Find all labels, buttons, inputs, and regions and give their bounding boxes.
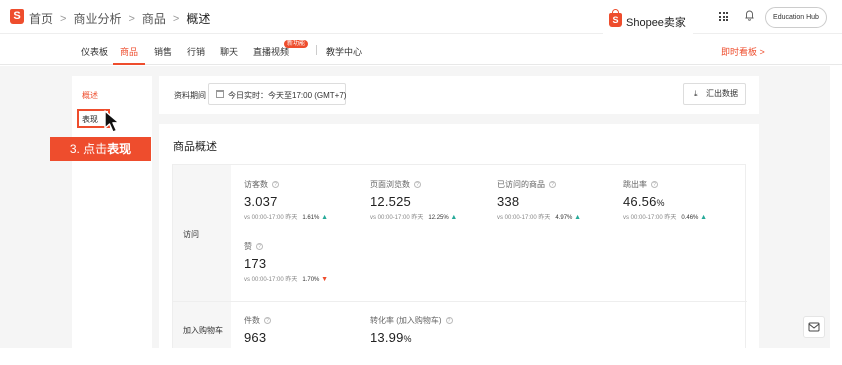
metric-page-views[interactable]: 页面浏览数? 12.525 vs 00:00-17:00 昨天 12.25% ▲ (370, 179, 457, 221)
metric-unit: % (403, 334, 412, 344)
bottom-strip (0, 348, 842, 365)
metric-add-to-cart-rate[interactable]: 转化率 (加入购物车)? 13.99% (370, 315, 453, 345)
help-circle-icon[interactable]: ? (256, 243, 263, 251)
chat-float-button[interactable] (803, 316, 825, 338)
help-circle-icon[interactable]: ? (445, 317, 453, 325)
brand-text: Shopee卖家 (626, 17, 686, 29)
export-data-button[interactable]: ⤓ 汇出数据 (683, 83, 746, 105)
row-label-add-to-cart: 加入购物车 (183, 326, 223, 335)
chat-icon (808, 322, 820, 332)
arrow-up-icon: ▲ (574, 214, 581, 221)
breadcrumb-home[interactable]: 首页 (29, 10, 53, 27)
metric-label: 跳出率 (623, 180, 647, 189)
tab-dashboard[interactable]: 仪表板 (81, 45, 108, 58)
metric-value: 12.525 (370, 194, 411, 209)
arrow-down-icon: ▼ (321, 276, 328, 283)
metric-label: 赞 (244, 242, 252, 251)
top-bar: S 首页 > 商业分析 > 商品 > 概述 S Shopee卖家 Educati… (0, 0, 842, 34)
metric-label: 转化率 (加入购物车) (370, 316, 442, 325)
metric-unit: % (656, 198, 665, 208)
calendar-icon (216, 90, 224, 98)
metric-label: 访客数 (244, 180, 268, 189)
download-icon: ⤓ (694, 89, 698, 98)
breadcrumb-current: 概述 (186, 12, 211, 26)
help-circle-icon[interactable]: ? (651, 181, 658, 189)
period-selector[interactable]: 今日实时：今天至17:00 (GMT+7) (208, 83, 346, 105)
metric-value: 173 (244, 256, 267, 271)
breadcrumb-business-insights[interactable]: 商业分析 (73, 10, 121, 27)
nav-divider (316, 45, 317, 55)
breadcrumb-separator: > (172, 12, 180, 25)
metric-percent: 1.61% (302, 215, 320, 221)
callout-bold: 表现 (107, 142, 132, 156)
breadcrumb-separator: > (60, 12, 67, 25)
metric-units[interactable]: 件数? 963 (244, 315, 271, 345)
right-margin (830, 66, 842, 348)
metric-compare: vs 00:00-17:00 昨天 (497, 215, 551, 221)
metric-value: 3.037 (244, 194, 278, 209)
metric-value: 46.56 (623, 194, 657, 209)
product-overview-card: 商品概述 访问 加入购物车 访客数? 3.037 vs 00:00-17:00 … (159, 124, 759, 349)
period-label: 资料期间 (174, 91, 206, 100)
help-circle-icon[interactable]: ? (264, 317, 271, 325)
realtime-dashboard-link[interactable]: 即时看板 > (721, 45, 765, 58)
metric-bounce-rate[interactable]: 跳出率? 46.56% vs 00:00-17:00 昨天 0.46% ▲ (623, 179, 707, 221)
shopee-logo-icon[interactable]: S (10, 9, 24, 24)
step-callout: 3. 点击表现 (50, 137, 151, 161)
tab-livestream[interactable]: 直播视频 (253, 45, 289, 58)
metric-percent: 0.46% (681, 215, 699, 221)
main-nav: 仪表板 商品 销售 行销 聊天 直播视频 新功能 教学中心 即时看板 > (0, 34, 842, 65)
metric-value: 13.99 (370, 330, 404, 345)
export-label: 汇出数据 (706, 89, 738, 98)
metric-compare: vs 00:00-17:00 昨天 (623, 215, 677, 221)
arrow-up-icon: ▲ (700, 214, 707, 221)
help-circle-icon[interactable]: ? (549, 181, 556, 189)
new-feature-badge: 新功能 (284, 40, 309, 48)
row-label-column: 访问 加入购物车 (173, 165, 231, 349)
metric-compare: vs 00:00-17:00 昨天 (370, 215, 424, 221)
metric-value: 963 (244, 330, 267, 345)
arrow-up-icon: ▲ (450, 214, 458, 221)
apps-grid-icon[interactable] (719, 12, 728, 21)
metric-percent: 4.97% (555, 215, 573, 221)
metrics-table: 访问 加入购物车 访客数? 3.037 vs 00:00-17:00 昨天 1.6… (172, 164, 747, 349)
metric-percent: 1.70% (302, 277, 320, 283)
breadcrumb-product[interactable]: 商品 (142, 10, 166, 27)
shopee-bag-icon: S (609, 9, 622, 27)
metric-visited-products[interactable]: 已访问的商品? 338 vs 00:00-17:00 昨天 4.97% ▲ (497, 179, 581, 221)
bell-icon[interactable] (745, 10, 754, 21)
tab-marketing[interactable]: 行销 (187, 45, 205, 58)
period-value: 今日实时：今天至17:00 (GMT+7) (228, 91, 347, 100)
tab-education-center[interactable]: 教学中心 (326, 45, 362, 58)
help-circle-icon[interactable]: ? (272, 181, 279, 189)
metric-percent: 12.25% (428, 215, 449, 221)
metric-label: 件数 (244, 316, 260, 325)
overview-title: 商品概述 (173, 141, 217, 153)
callout-prefix: 3. 点击 (69, 142, 108, 156)
metric-label: 页面浏览数 (370, 180, 410, 189)
subnav-overview[interactable]: 概述 (82, 90, 98, 101)
active-tab-indicator (113, 63, 145, 65)
metric-value: 338 (497, 194, 520, 209)
row-label-visits: 访问 (183, 230, 199, 239)
metric-compare: vs 00:00-17:00 昨天 (244, 215, 298, 221)
tab-chat[interactable]: 聊天 (220, 45, 238, 58)
tab-sales[interactable]: 销售 (154, 45, 172, 58)
tab-product[interactable]: 商品 (120, 45, 138, 58)
metric-compare: vs 00:00-17:00 昨天 (244, 277, 298, 283)
breadcrumb: 首页 > 商业分析 > 商品 > 概述 (29, 10, 210, 27)
arrow-up-icon: ▲ (321, 214, 328, 221)
cursor-arrow-icon (104, 110, 120, 133)
help-circle-icon[interactable]: ? (414, 181, 421, 189)
metric-likes[interactable]: 赞? 173 vs 00:00-17:00 昨天 1.70% ▼ (244, 241, 328, 283)
shopee-seller-brand: S Shopee卖家 (603, 6, 693, 34)
row-divider (173, 301, 747, 302)
metric-visitors[interactable]: 访客数? 3.037 vs 00:00-17:00 昨天 1.61% ▲ (244, 179, 328, 221)
data-period-bar: 资料期间 今日实时：今天至17:00 (GMT+7) ⤓ 汇出数据 (159, 76, 759, 114)
education-hub-button[interactable]: Education Hub (765, 7, 827, 28)
breadcrumb-separator: > (128, 12, 135, 25)
metric-label: 已访问的商品 (497, 180, 545, 189)
